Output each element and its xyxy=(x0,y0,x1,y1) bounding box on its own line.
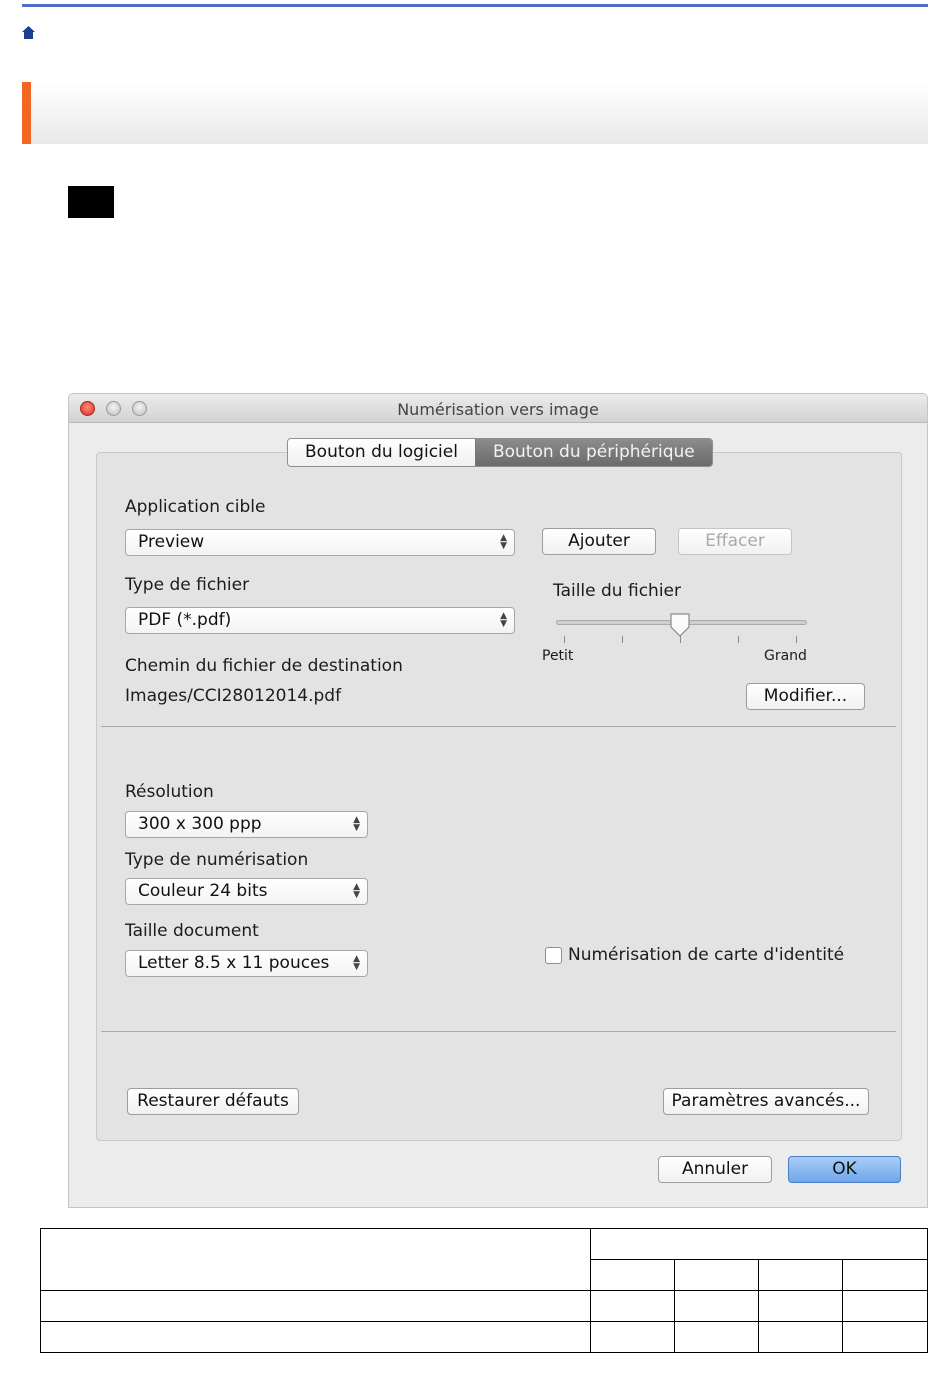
slider-tick xyxy=(738,636,739,643)
table-cell xyxy=(590,1228,928,1260)
cancel-button[interactable]: Annuler xyxy=(658,1156,772,1183)
select-arrows-icon: ▲ ▼ xyxy=(500,533,507,551)
tab-software-button[interactable]: Bouton du logiciel xyxy=(288,439,475,466)
step-number-box xyxy=(68,186,114,218)
select-arrows-icon: ▲ ▼ xyxy=(353,954,360,972)
table-row xyxy=(39,1321,928,1353)
id-card-label: Numérisation de carte d'identité xyxy=(568,945,845,965)
table-cell xyxy=(758,1259,844,1291)
table-cell xyxy=(590,1290,676,1322)
target-app-select[interactable]: Preview ▲ ▼ xyxy=(125,529,515,556)
doc-size-label: Taille document xyxy=(125,921,259,941)
delete-button[interactable]: Effacer xyxy=(678,528,792,555)
file-type-label: Type de fichier xyxy=(125,575,250,595)
table-cell xyxy=(842,1321,928,1353)
scan-type-select[interactable]: Couleur 24 bits ▲ ▼ xyxy=(125,878,368,905)
table-cell xyxy=(590,1259,676,1291)
select-arrows-icon: ▲ ▼ xyxy=(353,815,360,833)
resolution-select[interactable]: 300 x 300 ppp ▲ ▼ xyxy=(125,811,368,838)
table-cell xyxy=(842,1259,928,1291)
slider-tick xyxy=(564,636,565,643)
resolution-value: 300 x 300 ppp xyxy=(138,814,262,834)
target-app-label: Application cible xyxy=(125,497,266,517)
table-cell xyxy=(590,1321,676,1353)
tab-bar: Bouton du logiciel Bouton du périphériqu… xyxy=(287,438,713,467)
slider-tick xyxy=(796,636,797,643)
table-cell xyxy=(842,1290,928,1322)
spec-table xyxy=(39,1228,928,1353)
target-app-value: Preview xyxy=(138,532,205,552)
top-rule xyxy=(22,4,928,7)
restore-defaults-button[interactable]: Restaurer défauts xyxy=(127,1088,299,1115)
table-cell xyxy=(674,1321,760,1353)
scan-to-image-dialog: Numérisation vers image Bouton du logici… xyxy=(68,393,928,1208)
divider xyxy=(101,1031,896,1032)
file-size-label: Taille du fichier xyxy=(553,581,681,601)
file-size-min-label: Petit xyxy=(542,648,574,664)
resolution-label: Résolution xyxy=(125,782,214,802)
tab-device-button[interactable]: Bouton du périphérique xyxy=(474,439,712,466)
file-size-slider-thumb[interactable] xyxy=(669,612,691,638)
section-header xyxy=(22,82,928,144)
file-size-max-label: Grand xyxy=(764,648,807,664)
file-type-value: PDF (*.pdf) xyxy=(138,610,232,630)
dest-path-value: Images/CCI28012014.pdf xyxy=(125,686,342,706)
table-row xyxy=(39,1290,928,1322)
table-cell xyxy=(758,1321,844,1353)
table-cell xyxy=(674,1290,760,1322)
select-arrows-icon: ▲ ▼ xyxy=(500,611,507,629)
scan-type-value: Couleur 24 bits xyxy=(138,881,268,901)
table-cell xyxy=(674,1259,760,1291)
ok-button[interactable]: OK xyxy=(788,1156,901,1183)
table-cell xyxy=(758,1290,844,1322)
modify-path-button[interactable]: Modifier... xyxy=(746,683,865,710)
window-title: Numérisation vers image xyxy=(397,400,599,419)
doc-size-value: Letter 8.5 x 11 pouces xyxy=(138,953,330,973)
divider xyxy=(101,726,896,727)
title-bar: Numérisation vers image xyxy=(69,394,927,423)
select-arrows-icon: ▲ ▼ xyxy=(353,882,360,900)
home-icon[interactable] xyxy=(21,25,36,40)
file-type-select[interactable]: PDF (*.pdf) ▲ ▼ xyxy=(125,607,515,634)
id-card-checkbox[interactable] xyxy=(545,947,562,964)
advanced-settings-button[interactable]: Paramètres avancés... xyxy=(663,1088,869,1115)
doc-size-select[interactable]: Letter 8.5 x 11 pouces ▲ ▼ xyxy=(125,950,368,977)
table-cell xyxy=(39,1321,592,1353)
scan-type-label: Type de numérisation xyxy=(125,850,309,870)
section-accent-bar xyxy=(22,82,31,144)
dest-path-label: Chemin du fichier de destination xyxy=(125,656,403,676)
slider-tick xyxy=(622,636,623,643)
add-button[interactable]: Ajouter xyxy=(542,528,656,555)
table-cell xyxy=(39,1228,592,1291)
table-cell xyxy=(39,1290,592,1322)
